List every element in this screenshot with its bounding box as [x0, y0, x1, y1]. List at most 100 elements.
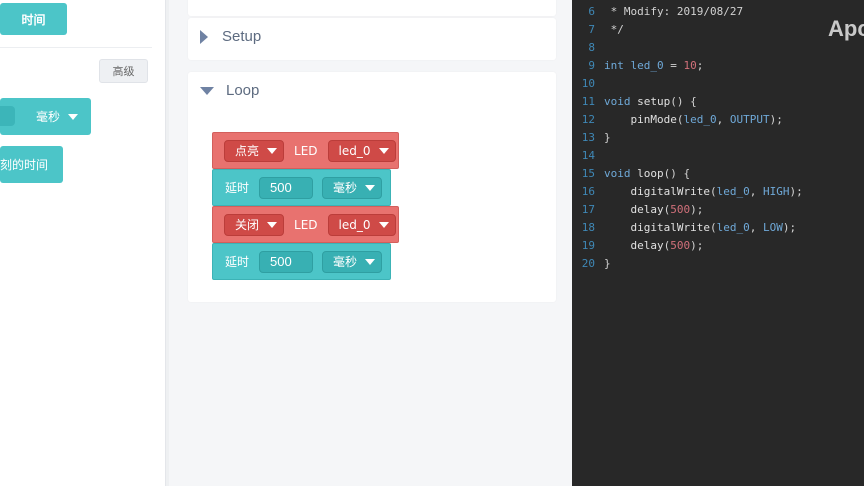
delay-block[interactable]: 延时 500 毫秒 [212, 243, 391, 280]
code-line: 14 [572, 146, 604, 164]
advanced-button[interactable]: 高级 [99, 59, 148, 83]
led-action-label: 关闭 [235, 218, 260, 232]
code-text: */ [604, 22, 624, 36]
code-line: 8 [572, 38, 604, 56]
code-constant: HIGH [762, 184, 790, 198]
chevron-down-icon [365, 258, 376, 265]
code-constant: OUTPUT [729, 112, 770, 126]
code-number: 500 [670, 238, 691, 252]
led-on-block[interactable]: 点亮 LED led_0 [212, 132, 399, 169]
chevron-down-icon [68, 113, 78, 120]
code-text: = [663, 58, 684, 72]
code-line: 16 digitalWrite(led_0, HIGH); [572, 182, 803, 200]
setup-section-header[interactable]: Setup [200, 28, 261, 45]
loop-section-header[interactable]: Loop [200, 82, 259, 99]
code-text: } [604, 256, 611, 270]
line-number: 14 [581, 148, 595, 162]
line-number: 9 [588, 58, 595, 72]
code-text: } [604, 130, 611, 144]
caret-right-icon [200, 29, 208, 44]
code-editor[interactable]: 6 * Modify: 2019/08/27 7 */ 8 9 int led_0… [572, 0, 864, 486]
chevron-down-icon [267, 221, 278, 228]
code-function: digitalWrite [630, 220, 710, 234]
code-line: 17 delay(500); [572, 200, 704, 218]
line-number: 10 [581, 76, 595, 90]
time-category-button[interactable]: 时间 [0, 3, 67, 35]
delay-unit-dropdown[interactable]: 毫秒 [322, 250, 383, 273]
code-function: delay [630, 202, 664, 216]
code-function: loop [637, 166, 664, 180]
code-variable: led_0 [716, 220, 750, 234]
setup-section: Setup [188, 18, 556, 60]
code-keyword: void [604, 94, 631, 108]
watermark-logo: Apc [828, 16, 864, 41]
code-line: 13} [572, 128, 611, 146]
line-number: 8 [588, 40, 595, 54]
led-label: LED [294, 217, 318, 232]
line-number: 18 [581, 220, 595, 234]
loop-section: Loop 点亮 LED led_0 延时 500 毫秒 关闭 LED led_0… [188, 72, 556, 302]
line-number: 12 [581, 112, 595, 126]
code-text: ; [696, 58, 704, 72]
code-text: () { [663, 166, 691, 180]
code-constant: LOW [762, 220, 783, 234]
code-variable: led_0 [683, 112, 717, 126]
delay-label: 延时 [225, 181, 250, 195]
led-pin-label: led_0 [338, 217, 371, 232]
line-number: 15 [581, 166, 595, 180]
palette-delay-block[interactable]: 毫秒 [0, 98, 91, 135]
code-keyword: void [604, 166, 631, 180]
code-line: 12 pinMode(led_0, OUTPUT); [572, 110, 783, 128]
line-number: 19 [581, 238, 595, 252]
setup-section-title: Setup [222, 28, 262, 45]
led-off-block[interactable]: 关闭 LED led_0 [212, 206, 399, 243]
led-pin-dropdown[interactable]: led_0 [327, 213, 396, 236]
palette-delay-value-input[interactable] [0, 106, 15, 126]
code-text: ); [690, 238, 704, 252]
code-text: ); [789, 184, 803, 198]
delay-unit-dropdown[interactable]: 毫秒 [322, 176, 383, 199]
code-function: setup [637, 94, 671, 108]
workspace-top-card [188, 0, 556, 16]
palette-delay-unit-dropdown[interactable]: 毫秒 [26, 106, 84, 127]
code-text: * Modify: 2019/08/27 [604, 4, 744, 18]
chevron-down-icon [378, 147, 389, 154]
code-function: delay [630, 238, 664, 252]
code-text: ); [782, 220, 797, 234]
delay-value-input[interactable]: 500 [259, 176, 314, 199]
line-number: 20 [581, 256, 595, 270]
code-text: ); [690, 202, 704, 216]
led-pin-label: led_0 [338, 143, 371, 158]
line-number: 7 [588, 22, 595, 36]
code-line: 10 [572, 74, 604, 92]
code-line: 9 int led_0 = 10; [572, 56, 703, 74]
palette-millis-label: 刻的时间 [0, 158, 49, 172]
code-variable: led_0 [630, 58, 664, 72]
delay-unit-label: 毫秒 [333, 181, 358, 195]
chevron-down-icon [267, 147, 278, 154]
code-line: 11 void setup() { [572, 92, 697, 110]
code-text: ); [769, 112, 783, 126]
delay-block[interactable]: 延时 500 毫秒 [212, 169, 391, 206]
code-line: 19 delay(500); [572, 236, 704, 254]
led-action-dropdown[interactable]: 点亮 [224, 139, 285, 162]
palette-millis-block[interactable]: 刻的时间 [0, 146, 63, 183]
palette-delay-unit-label: 毫秒 [36, 110, 61, 124]
line-number: 11 [581, 94, 595, 108]
code-line: 18 digitalWrite(led_0, LOW); [572, 218, 796, 236]
code-number: 500 [670, 202, 691, 216]
delay-value-input[interactable]: 500 [259, 250, 314, 273]
code-function: digitalWrite [630, 184, 710, 198]
line-number: 17 [581, 202, 595, 216]
code-keyword: int [604, 58, 624, 72]
chevron-down-icon [365, 184, 376, 191]
led-action-dropdown[interactable]: 关闭 [224, 213, 285, 236]
code-variable: led_0 [716, 184, 750, 198]
line-number: 13 [581, 130, 595, 144]
caret-down-icon [200, 86, 214, 95]
led-pin-dropdown[interactable]: led_0 [327, 139, 396, 162]
time-category-label: 时间 [21, 12, 46, 27]
code-number: 10 [683, 58, 697, 72]
line-number: 16 [581, 184, 595, 198]
block-palette: 时间 高级 毫秒 刻的时间 [0, 0, 166, 486]
